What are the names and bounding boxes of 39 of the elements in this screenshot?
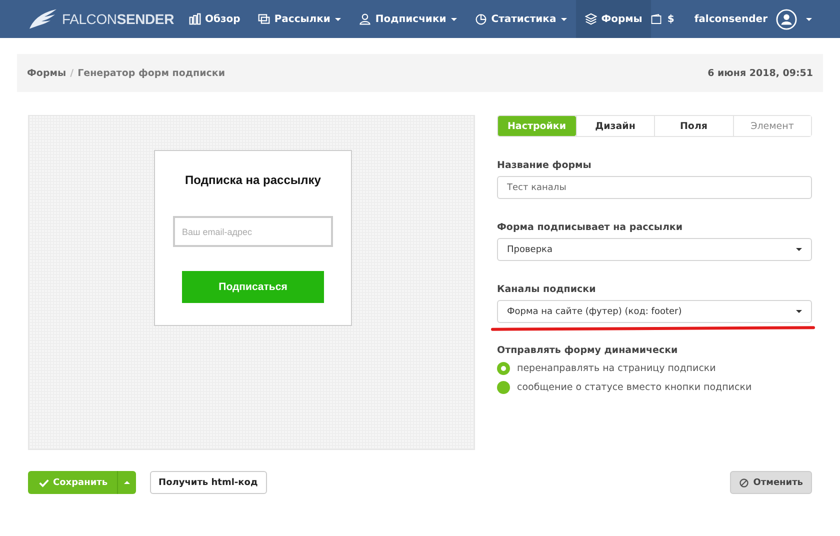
radio-label[interactable]: перенаправлять на страницу подписки [517,363,716,374]
pie-chart-icon [475,13,488,25]
bar-chart-icon [188,13,201,25]
stacked-windows-icon [258,13,270,25]
html-code-button[interactable]: Получить html-код [150,471,267,494]
email-field[interactable]: Ваш email-адрес [173,216,333,247]
field-label: Название формы [497,160,592,171]
caret-icon[interactable] [806,18,812,20]
wing-logo-icon [28,7,58,31]
nav-item[interactable]: Обзор [180,0,250,38]
breadcrumb-item: Генератор форм подписки [78,68,225,78]
radio-label[interactable]: сообщение о статусе вместо кнопки подписки [517,382,752,393]
logo-text: FALCONSENDER [62,11,174,27]
save-dropdown-button[interactable] [116,471,136,494]
check-icon [39,478,49,488]
radio-button[interactable] [497,381,510,394]
breadcrumb-item[interactable]: Формы [27,68,66,78]
select-field[interactable]: Форма на сайте (футер) (код: footer) [497,300,812,323]
nav-item[interactable]: Рассылки [249,0,350,38]
nav-item[interactable]: Подписчики [350,0,466,38]
field-label: Форма подписывает на рассылки [497,222,684,233]
date-text: 6 июня 2018, 09:51 [708,68,813,78]
breadcrumb-separator: / [70,68,74,78]
ban-icon [739,478,750,488]
radio-button[interactable] [497,362,510,375]
select-field[interactable]: Проверка [497,238,812,261]
user-name[interactable]: falconsender [694,14,768,24]
field-label: Отправлять форму динамически [497,345,679,356]
cancel-button[interactable]: Отменить [730,471,812,494]
nav-item[interactable]: Статистика [466,0,576,38]
layers-icon [585,13,598,25]
nav-item[interactable]: Формы [576,0,652,38]
text-field[interactable]: Тест каналы [497,176,812,199]
form-title: Подписка на рассылку [185,173,321,187]
avatar-icon[interactable] [776,8,796,30]
field-label: Каналы подписки [497,284,597,295]
balance-link[interactable]: $ [651,13,674,25]
user-icon [359,13,372,25]
wallet-icon [651,13,664,25]
